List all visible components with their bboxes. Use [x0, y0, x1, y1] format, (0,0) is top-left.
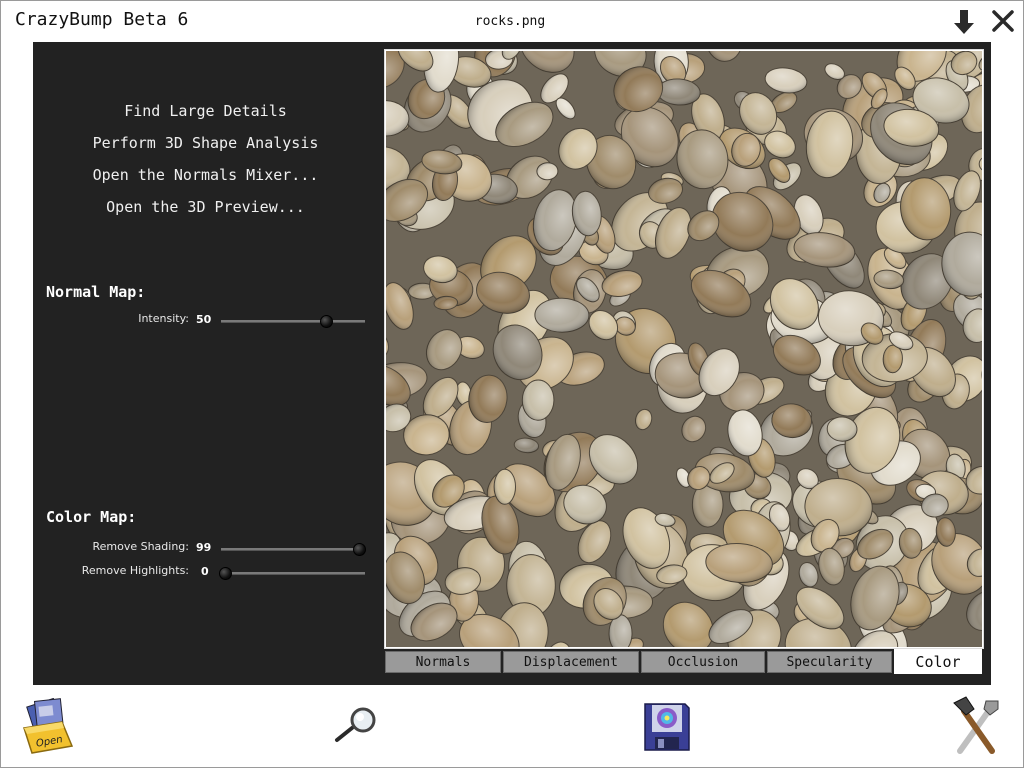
zoom-button[interactable]: [332, 706, 382, 744]
tab-specularity[interactable]: Specularity: [767, 651, 892, 673]
open-button[interactable]: Open: [22, 697, 74, 756]
shape-analysis-button[interactable]: Perform 3D Shape Analysis: [33, 134, 378, 152]
settings-panel: Find Large Details Perform 3D Shape Anal…: [33, 42, 378, 685]
down-arrow-icon: [954, 10, 974, 34]
remove-highlights-value: 0: [201, 565, 209, 578]
tab-displacement[interactable]: Displacement: [503, 651, 639, 673]
rocks-texture-image: [386, 51, 982, 647]
tools-button[interactable]: [950, 695, 1002, 755]
tab-color[interactable]: Color: [894, 649, 982, 674]
remove-shading-value: 99: [196, 541, 212, 554]
tab-occlusion[interactable]: Occlusion: [641, 651, 765, 673]
3d-preview-button[interactable]: Open the 3D Preview...: [33, 198, 378, 216]
intensity-value: 50: [196, 313, 212, 326]
tools-icon: [953, 696, 999, 754]
minimize-button[interactable]: [952, 8, 976, 36]
normal-map-title: Normal Map:: [46, 283, 146, 301]
map-tabs: Normals Displacement Occlusion Speculari…: [385, 649, 982, 674]
remove-highlights-label: Remove Highlights:: [81, 564, 189, 577]
magnifier-icon: [335, 707, 376, 742]
preview-area: [384, 49, 984, 649]
remove-highlights-slider[interactable]: [219, 567, 365, 580]
intensity-slider[interactable]: [221, 315, 365, 328]
tab-normals[interactable]: Normals: [385, 651, 501, 673]
remove-shading-slider[interactable]: [221, 543, 367, 556]
open-folder-icon: Open: [23, 697, 74, 754]
texture-preview[interactable]: [386, 51, 982, 647]
close-icon: [992, 10, 1014, 32]
file-name: rocks.png: [474, 14, 546, 29]
save-disk-icon: [644, 703, 690, 751]
remove-highlights-slider-thumb[interactable]: [219, 567, 233, 580]
workspace: Find Large Details Perform 3D Shape Anal…: [33, 42, 991, 685]
color-map-title: Color Map:: [46, 508, 137, 526]
intensity-label: Intensity:: [138, 312, 189, 325]
save-button[interactable]: [643, 702, 691, 752]
app-title: CrazyBump Beta 6: [15, 9, 189, 30]
remove-shading-label: Remove Shading:: [92, 540, 189, 553]
close-button[interactable]: [990, 8, 1016, 34]
find-large-details-button[interactable]: Find Large Details: [33, 102, 378, 120]
remove-shading-slider-thumb[interactable]: [353, 543, 367, 556]
intensity-slider-thumb[interactable]: [320, 315, 334, 328]
normals-mixer-button[interactable]: Open the Normals Mixer...: [33, 166, 378, 184]
